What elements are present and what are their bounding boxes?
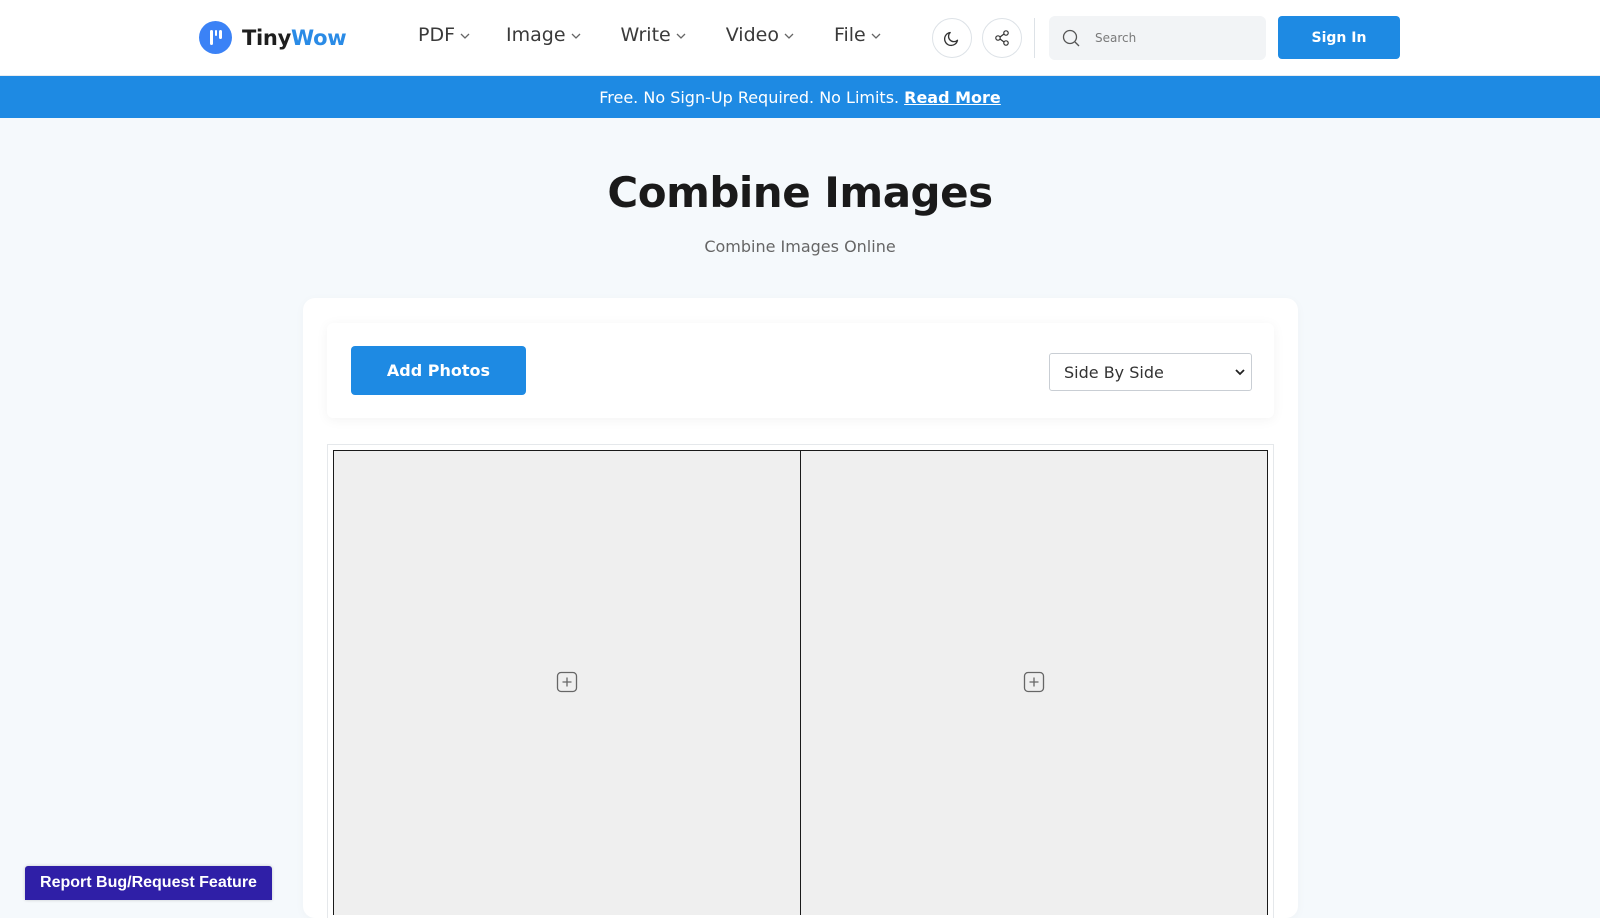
logo-text: TinyWow xyxy=(242,25,347,50)
banner-text: Free. No Sign-Up Required. No Limits. xyxy=(599,87,900,107)
search-box xyxy=(1049,16,1266,60)
add-image-icon xyxy=(1023,671,1045,693)
chevron-down-icon xyxy=(460,33,470,39)
tool-card: Add Photos Side By Side xyxy=(303,298,1298,918)
chevron-down-icon xyxy=(571,33,581,39)
sign-in-button[interactable]: Sign In xyxy=(1278,16,1400,59)
search-icon xyxy=(1062,29,1080,47)
nav-pdf[interactable]: PDF xyxy=(418,24,471,46)
nav-write-label: Write xyxy=(620,24,671,46)
nav-file[interactable]: File xyxy=(834,24,882,46)
header-divider xyxy=(1034,18,1035,58)
search-input[interactable] xyxy=(1095,31,1235,45)
nav-video-label: Video xyxy=(725,24,779,46)
nav-pdf-label: PDF xyxy=(418,24,456,46)
tool-toolbar: Add Photos Side By Side xyxy=(327,323,1274,418)
logo-icon xyxy=(199,21,232,54)
add-photos-button[interactable]: Add Photos xyxy=(351,346,526,395)
share-icon xyxy=(995,30,1009,46)
nav-write[interactable]: Write xyxy=(621,24,687,46)
moon-icon xyxy=(944,31,959,47)
dark-mode-toggle[interactable] xyxy=(932,18,972,58)
main-nav: PDF Image Write Video File xyxy=(418,24,882,46)
nav-file-label: File xyxy=(833,24,866,46)
chevron-down-icon xyxy=(784,33,794,39)
chevron-down-icon xyxy=(1235,369,1245,376)
add-image-icon xyxy=(556,671,578,693)
page-subtitle: Combine Images Online xyxy=(704,237,896,256)
site-header: TinyWow PDF Image Write Video File Searc… xyxy=(0,0,1600,76)
logo[interactable]: TinyWow xyxy=(199,21,347,54)
image-slot-left[interactable] xyxy=(334,451,800,915)
layout-select[interactable]: Side By Side xyxy=(1049,353,1252,391)
report-bug-button[interactable]: Report Bug/Request Feature xyxy=(25,866,272,900)
nav-image[interactable]: Image xyxy=(506,24,582,46)
share-button[interactable] xyxy=(982,18,1022,58)
canvas-area xyxy=(327,444,1274,918)
combine-canvas xyxy=(333,450,1268,915)
chevron-down-icon xyxy=(676,33,686,39)
chevron-down-icon xyxy=(871,33,881,39)
nav-image-label: Image xyxy=(506,24,566,46)
layout-select-value: Side By Side xyxy=(1064,362,1164,382)
read-more-link[interactable]: Read More xyxy=(904,88,1001,107)
promo-banner: Free. No Sign-Up Required. No Limits. Re… xyxy=(0,76,1600,118)
nav-video[interactable]: Video xyxy=(726,24,795,46)
page-title: Combine Images xyxy=(607,168,993,217)
image-slot-right[interactable] xyxy=(800,451,1267,915)
